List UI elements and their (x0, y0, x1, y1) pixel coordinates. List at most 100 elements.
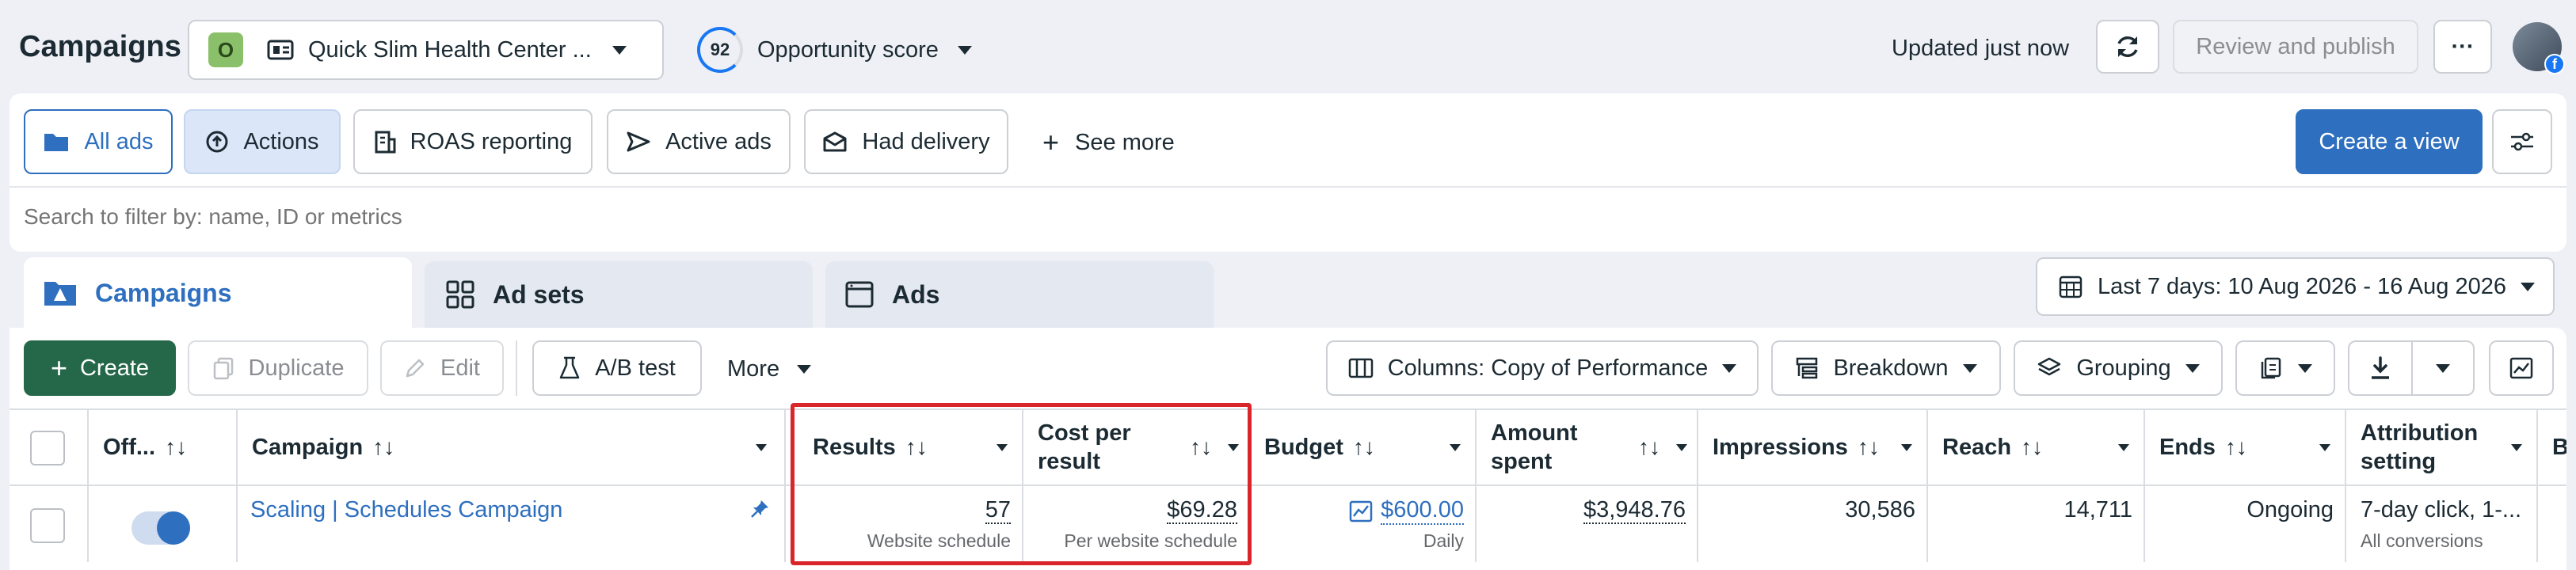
pencil-icon (404, 357, 426, 379)
column-header-budget[interactable]: Budget ↑↓ (1250, 410, 1475, 484)
page-title: Campaigns (19, 30, 181, 63)
more-options-button[interactable]: ··· (2433, 20, 2492, 74)
chevron-down-icon (756, 443, 767, 451)
columns-button[interactable]: Columns: Copy of Performance (1326, 340, 1759, 396)
column-header-amount-spent[interactable]: Amount spent ↑↓ (1477, 410, 1697, 484)
ad-account-icon (267, 39, 294, 61)
edit-button[interactable]: Edit (380, 340, 504, 396)
chevron-down-icon (2520, 282, 2535, 291)
review-publish-label: Review and publish (2196, 33, 2395, 59)
grouping-button[interactable]: Grouping (2014, 340, 2223, 396)
view-actions-label: Actions (243, 128, 319, 154)
refresh-icon (2114, 33, 2141, 60)
date-range-label: Last 7 days: 10 Aug 2026 - 16 Aug 2026 (2098, 273, 2506, 299)
campaign-icon (43, 277, 78, 309)
more-actions-button[interactable]: More (727, 352, 812, 386)
envelope-icon (822, 131, 848, 153)
column-header-bid[interactable]: Bi (2538, 410, 2566, 484)
view-active-ads-label: Active ads (665, 128, 772, 154)
column-header-ends-label: Ends (2159, 434, 2216, 460)
reports-icon (2258, 356, 2284, 380)
user-avatar[interactable]: f (2513, 22, 2565, 74)
tab-ad-sets[interactable]: Ad sets (425, 261, 813, 328)
chevron-down-icon (1450, 443, 1461, 451)
sort-icon: ↑↓ (2021, 435, 2044, 459)
view-all-ads[interactable]: All ads (24, 109, 173, 174)
pin-icon[interactable] (749, 499, 770, 519)
view-had-delivery[interactable]: Had delivery (804, 109, 1008, 174)
reports-button[interactable] (2235, 340, 2335, 396)
toggle-knob (157, 511, 190, 545)
opportunity-label: Opportunity score (757, 36, 939, 63)
export-options-button[interactable] (2413, 342, 2473, 394)
ab-test-button[interactable]: A/B test (532, 340, 702, 396)
amount-spent-value[interactable]: $3,948.76 (1583, 497, 1686, 524)
tab-ads[interactable]: Ads (825, 261, 1214, 328)
create-button[interactable]: + Create (24, 340, 176, 396)
date-range-picker[interactable]: Last 7 days: 10 Aug 2026 - 16 Aug 2026 (2036, 257, 2555, 316)
chevron-down-icon (1676, 443, 1687, 451)
attribution-value: 7-day click, 1-... (2361, 497, 2522, 522)
export-button[interactable] (2349, 342, 2413, 394)
columns-icon (1348, 357, 1374, 379)
column-header-toggle[interactable]: Off... ↑↓ (89, 410, 236, 484)
column-header-reach[interactable]: Reach ↑↓ (1928, 410, 2143, 484)
column-header-attribution[interactable]: Attribution setting (2346, 410, 2536, 484)
tab-campaigns-label: Campaigns (95, 278, 232, 307)
chevron-down-icon (2511, 443, 2522, 451)
review-publish-button[interactable]: Review and publish (2173, 20, 2418, 74)
attribution-sub: All conversions (2361, 530, 2483, 551)
chart-icon (2509, 356, 2534, 380)
tab-campaigns[interactable]: Campaigns (24, 257, 412, 329)
refresh-button[interactable] (2096, 20, 2159, 74)
view-active-ads[interactable]: Active ads (607, 109, 791, 174)
table-row[interactable]: Scaling | Schedules Campaign 57 Website … (10, 486, 2566, 562)
toolbar-divider (516, 340, 517, 396)
campaign-toggle[interactable] (131, 511, 190, 545)
facebook-badge-icon: f (2544, 54, 2565, 74)
column-header-campaign[interactable]: Campaign ↑↓ (238, 410, 784, 484)
column-header-impressions[interactable]: Impressions ↑↓ (1698, 410, 1926, 484)
chevron-down-icon (2185, 363, 2200, 373)
reach-value: 14,711 (2063, 497, 2132, 522)
edit-label: Edit (440, 355, 480, 381)
column-header-impressions-label: Impressions (1713, 434, 1848, 460)
customize-views-button[interactable] (2492, 109, 2552, 174)
campaign-name-link[interactable]: Scaling | Schedules Campaign (250, 497, 562, 523)
chevron-down-icon (1722, 363, 1737, 373)
chevron-down-icon (2436, 363, 2450, 373)
chevron-down-icon (1901, 443, 1912, 451)
select-all-checkbox[interactable] (30, 431, 65, 466)
budget-sub: Daily (1423, 530, 1464, 551)
score-value: 92 (710, 40, 730, 59)
search-input[interactable] (24, 195, 2551, 239)
breakdown-icon (1795, 356, 1819, 380)
breakdown-button[interactable]: Breakdown (1771, 340, 2001, 396)
opportunity-score[interactable]: 92 Opportunity score (697, 24, 972, 76)
chevron-down-icon (612, 45, 627, 55)
export-button-group (2348, 340, 2475, 396)
duplicate-button[interactable]: Duplicate (188, 340, 368, 396)
account-name: Quick Slim Health Center ... (308, 36, 592, 63)
chevron-down-icon (1962, 363, 1977, 373)
create-view-label: Create a view (2319, 128, 2460, 154)
ad-window-icon (844, 280, 875, 309)
row-checkbox[interactable] (30, 508, 65, 543)
duplicate-label: Duplicate (248, 355, 345, 381)
budget-chart-icon (1349, 500, 1373, 522)
account-selector[interactable]: O Quick Slim Health Center ... (188, 20, 664, 80)
see-more-button[interactable]: + See more (1042, 125, 1175, 160)
budget-value[interactable]: $600.00 (1349, 497, 1464, 525)
more-actions-label: More (727, 355, 780, 382)
chevron-down-icon (2319, 443, 2330, 451)
column-header-toggle-label: Off... (103, 434, 156, 460)
score-gauge-icon: 92 (697, 27, 743, 73)
create-view-button[interactable]: Create a view (2296, 109, 2483, 174)
chevron-down-icon (2298, 363, 2312, 373)
column-header-ends[interactable]: Ends ↑↓ (2145, 410, 2345, 484)
view-roas-reporting[interactable]: ROAS reporting (353, 109, 593, 174)
column-header-reach-label: Reach (1942, 434, 2012, 460)
charts-button[interactable] (2489, 340, 2554, 396)
view-actions[interactable]: Actions (184, 109, 341, 174)
column-header-campaign-label: Campaign (252, 434, 364, 460)
